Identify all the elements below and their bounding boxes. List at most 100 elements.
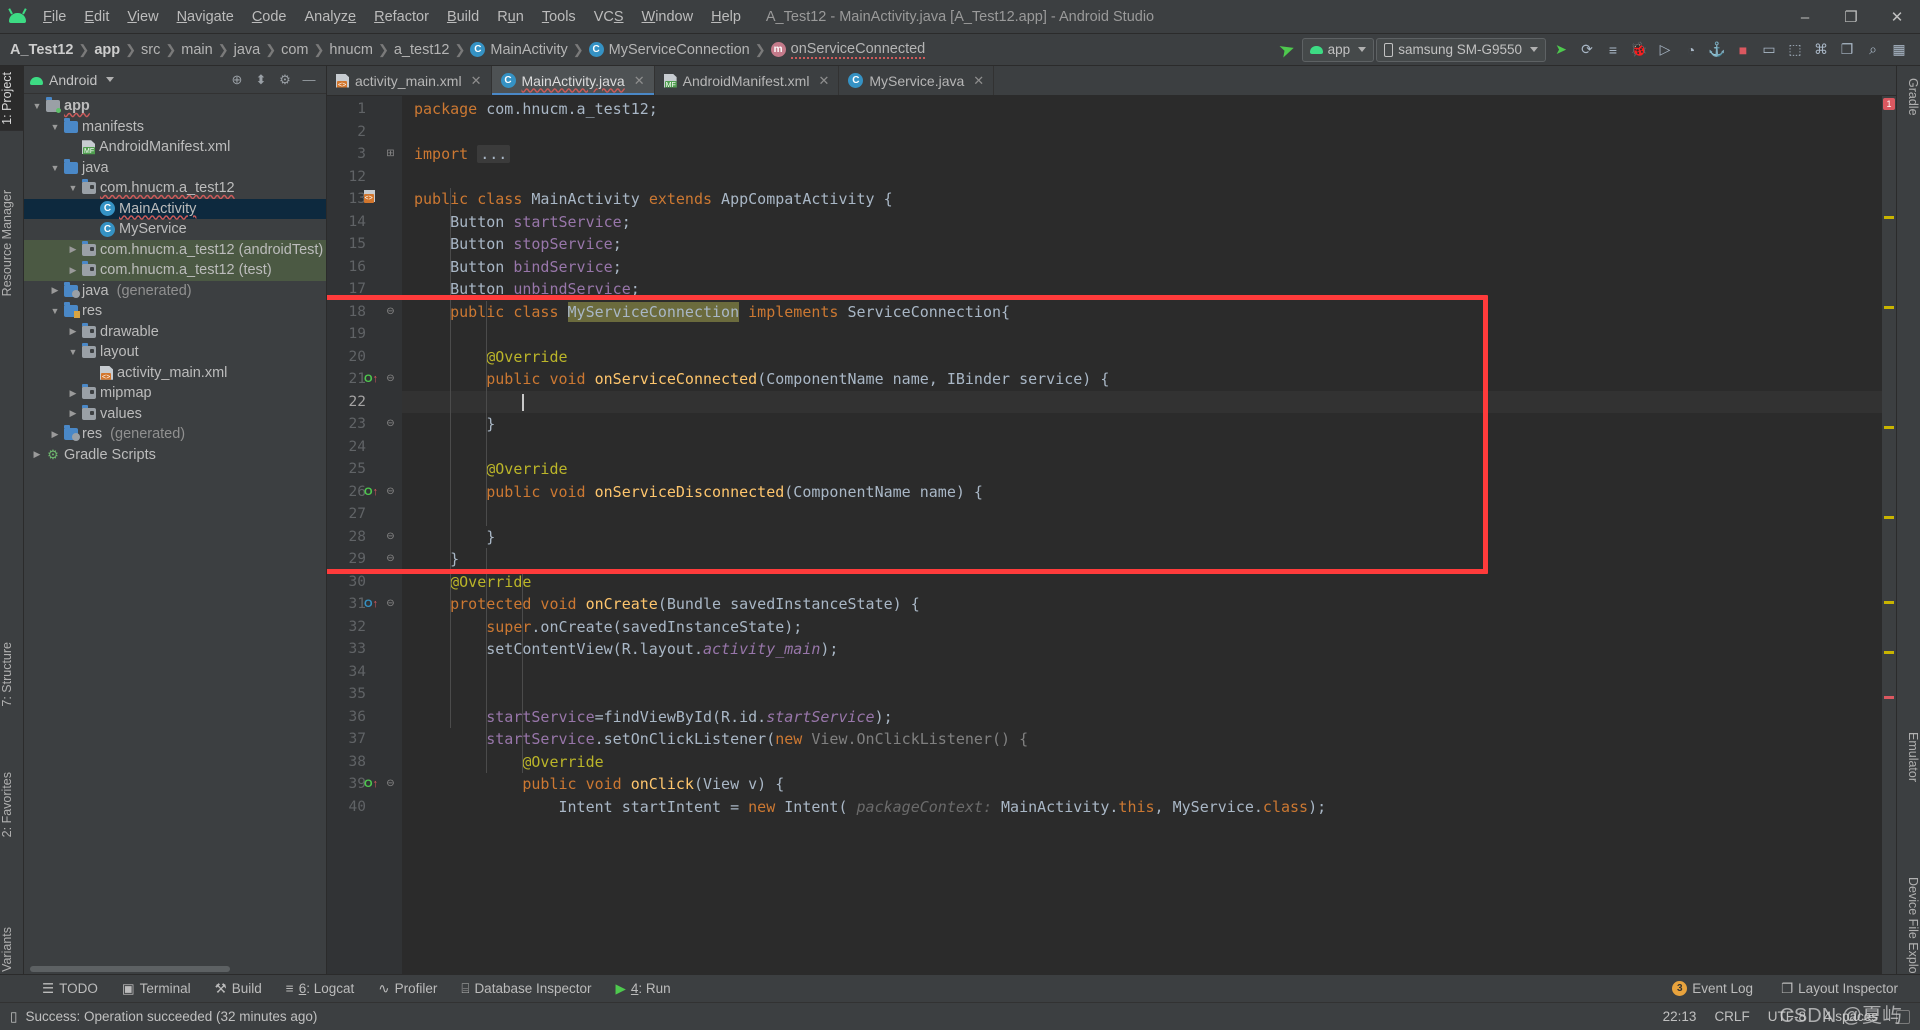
bottom-tool-6-logcat[interactable]: ≡ 6: Logcat bbox=[274, 978, 366, 999]
breadcrumb[interactable]: A_Test12 ❯ app ❯ src ❯ main ❯ java ❯ com ❯ hnucm ❯ a_t… bbox=[10, 41, 926, 59]
project-scope-selector[interactable]: Android bbox=[30, 72, 115, 88]
chevron-right-icon[interactable]: ▶ bbox=[48, 285, 62, 296]
code-fold-icon[interactable]: ⊞ bbox=[385, 148, 396, 159]
code-marker[interactable] bbox=[1884, 216, 1894, 219]
status-line-separator[interactable]: CRLF bbox=[1714, 1009, 1749, 1024]
tree-item[interactable]: C MyService bbox=[24, 219, 326, 240]
window-controls[interactable]: – ❐ ✕ bbox=[1782, 0, 1920, 34]
status-encoding[interactable]: UTF-8 bbox=[1768, 1009, 1806, 1024]
code-line[interactable]: } bbox=[414, 526, 495, 549]
code-fold-icon[interactable]: ⊖ bbox=[385, 531, 396, 542]
chevron-right-icon[interactable]: ▶ bbox=[66, 326, 80, 337]
code-line[interactable]: @Override bbox=[414, 346, 567, 369]
tree-item-selected[interactable]: C MainActivity bbox=[24, 198, 326, 219]
tree-item[interactable]: ▼ com.hnucm.a_test12 bbox=[24, 178, 326, 199]
minimize-button[interactable]: – bbox=[1782, 0, 1828, 34]
override-method-gutter-icon[interactable]: O↑ bbox=[361, 593, 381, 616]
chevron-right-icon[interactable]: ▶ bbox=[30, 449, 44, 460]
editor-tab-bar[interactable]: <> activity_main.xml ✕ C MainActivity.java ✕ M… bbox=[327, 66, 1896, 96]
tree-item[interactable]: ▶ ⚙ Gradle Scripts bbox=[24, 445, 326, 466]
bottom-tool-terminal[interactable]: ▣ Terminal bbox=[110, 978, 203, 1000]
code-line[interactable]: Intent startIntent = new Intent( package… bbox=[414, 796, 1326, 819]
tree-item[interactable]: ▶ mipmap bbox=[24, 383, 326, 404]
maximize-button[interactable]: ❐ bbox=[1828, 0, 1874, 34]
tree-item[interactable]: ▶ values bbox=[24, 404, 326, 425]
menu-item-refactor[interactable]: Refactor bbox=[365, 5, 438, 29]
code-marker[interactable] bbox=[1884, 516, 1894, 519]
menu-item-analyze[interactable]: Analyze bbox=[296, 5, 366, 29]
editor-tab-activity-main-xml[interactable]: <> activity_main.xml ✕ bbox=[327, 66, 492, 95]
menu-item-build[interactable]: Build bbox=[438, 5, 488, 29]
code-marker[interactable] bbox=[1884, 651, 1894, 654]
close-icon[interactable]: ✕ bbox=[471, 73, 482, 89]
menu-item-vcs[interactable]: VCS bbox=[585, 5, 633, 29]
tree-item[interactable]: ▼ java bbox=[24, 158, 326, 179]
close-icon[interactable]: ✕ bbox=[818, 73, 829, 89]
left-tool-window-bar[interactable]: 1: Project Resource Manager 7: Structure… bbox=[0, 66, 24, 1003]
breadcrumb-item-com[interactable]: com bbox=[281, 42, 308, 58]
attach-debugger-icon[interactable]: ⚓ bbox=[1704, 37, 1730, 63]
bottom-tool-database-inspector[interactable]: ⌸ Database Inspector bbox=[449, 978, 603, 1000]
debug-icon[interactable]: 🐞 bbox=[1626, 37, 1652, 63]
code-line[interactable]: protected void onCreate(Bundle savedInst… bbox=[414, 593, 920, 616]
tree-item[interactable]: <> activity_main.xml bbox=[24, 363, 326, 384]
code-line[interactable]: super.onCreate(savedInstanceState); bbox=[414, 616, 802, 639]
tree-item[interactable]: ▶ res (generated) bbox=[24, 424, 326, 445]
sdk-manager-icon[interactable]: ⬚ bbox=[1782, 37, 1808, 63]
tree-item[interactable]: ▶ com.hnucm.a_test12 (test) bbox=[24, 260, 326, 281]
breadcrumb-item-myserviceconnection[interactable]: C MyServiceConnection bbox=[588, 42, 750, 58]
collapse-all-icon[interactable]: ⬍ bbox=[250, 69, 272, 91]
close-icon[interactable]: ✕ bbox=[634, 73, 645, 89]
chevron-right-icon[interactable]: ▶ bbox=[66, 244, 80, 255]
device-file-explorer-icon[interactable]: ⌘ bbox=[1808, 37, 1834, 63]
breadcrumb-item-a-test12[interactable]: a_test12 bbox=[394, 42, 450, 58]
tree-item[interactable]: ▼ app bbox=[24, 96, 326, 117]
bottom-tool-todo[interactable]: ☰ TODO bbox=[30, 978, 110, 1000]
tree-item[interactable]: ▶ drawable bbox=[24, 322, 326, 343]
tree-item[interactable]: ▼ res bbox=[24, 301, 326, 322]
chevron-right-icon[interactable]: ▶ bbox=[66, 265, 80, 276]
chevron-down-icon[interactable]: ▼ bbox=[66, 347, 80, 357]
code-marker[interactable] bbox=[1884, 426, 1894, 429]
right-tool-window-bar[interactable]: Gradle Emulator Device File Explorer bbox=[1896, 66, 1920, 989]
breadcrumb-item-hnucm[interactable]: hnucm bbox=[329, 42, 373, 58]
code-fold-icon[interactable]: ⊖ bbox=[385, 486, 396, 497]
sync-gradle-icon[interactable]: ➤ bbox=[1270, 33, 1303, 66]
editor-tab-androidmanifest-xml[interactable]: MF AndroidManifest.xml ✕ bbox=[655, 66, 840, 95]
breadcrumb-item-main[interactable]: main bbox=[181, 42, 212, 58]
code-marker[interactable] bbox=[1884, 306, 1894, 309]
breadcrumb-item-mainactivity[interactable]: C MainActivity bbox=[470, 42, 568, 58]
run-to-cursor-icon[interactable]: ▷ bbox=[1652, 37, 1678, 63]
code-editor[interactable]: 1 2 3 ⊞ 12 13 <> 14 15 16 17 18 ⊖ 19 20 21 O↑ ⊖ 22 23 ⊖ 24 25 2… bbox=[327, 96, 1896, 974]
tree-item[interactable]: ▼ manifests bbox=[24, 117, 326, 138]
related-layout-gutter-icon[interactable]: <> bbox=[361, 188, 377, 211]
code-fold-icon[interactable]: ⊖ bbox=[385, 553, 396, 564]
project-tree[interactable]: ▼ app ▼ manifests MF AndroidManifest.xml ▼ java… bbox=[24, 94, 326, 964]
settings-gear-icon[interactable]: ⚙ bbox=[274, 69, 296, 91]
tree-item[interactable]: ▶ com.hnucm.a_test12 (androidTest) bbox=[24, 239, 326, 260]
tool-tab-project[interactable]: 1: Project bbox=[0, 66, 24, 131]
code-line[interactable]: startService.setOnClickListener(new View… bbox=[414, 728, 1028, 751]
tree-item[interactable]: MF AndroidManifest.xml bbox=[24, 137, 326, 158]
code-line[interactable]: public class MyServiceConnection impleme… bbox=[414, 301, 1010, 324]
code-fold-icon[interactable]: ⊖ bbox=[385, 598, 396, 609]
close-icon[interactable]: ✕ bbox=[973, 73, 984, 89]
tool-tab-gradle[interactable]: Gradle bbox=[1896, 72, 1920, 122]
override-method-gutter-icon[interactable]: O↑ bbox=[361, 773, 381, 796]
chevron-down-icon[interactable]: ▼ bbox=[66, 183, 80, 193]
tool-tab-structure[interactable]: 7: Structure bbox=[0, 636, 24, 713]
bottom-tool-4-run[interactable]: ▶ 4: Run bbox=[604, 978, 683, 1000]
code-line[interactable]: @Override bbox=[414, 571, 531, 594]
menu-item-code[interactable]: Code bbox=[243, 5, 296, 29]
code-fold-icon[interactable]: ⊖ bbox=[385, 418, 396, 429]
menu-item-run[interactable]: Run bbox=[488, 5, 533, 29]
menu-item-file[interactable]: File bbox=[34, 5, 75, 29]
menu-item-edit[interactable]: Edit bbox=[75, 5, 118, 29]
code-marker[interactable] bbox=[1884, 696, 1894, 699]
tree-item[interactable]: ▼ layout bbox=[24, 342, 326, 363]
error-marker-gutter[interactable]: 1 bbox=[1882, 96, 1896, 974]
code-text[interactable]: package com.hnucm.a_test12; import ... pub… bbox=[402, 96, 1896, 974]
run-configuration-selector[interactable]: app bbox=[1301, 37, 1375, 62]
override-method-gutter-icon[interactable]: O↑ bbox=[361, 368, 381, 391]
apply-changes-icon[interactable]: ≡ bbox=[1600, 37, 1626, 63]
